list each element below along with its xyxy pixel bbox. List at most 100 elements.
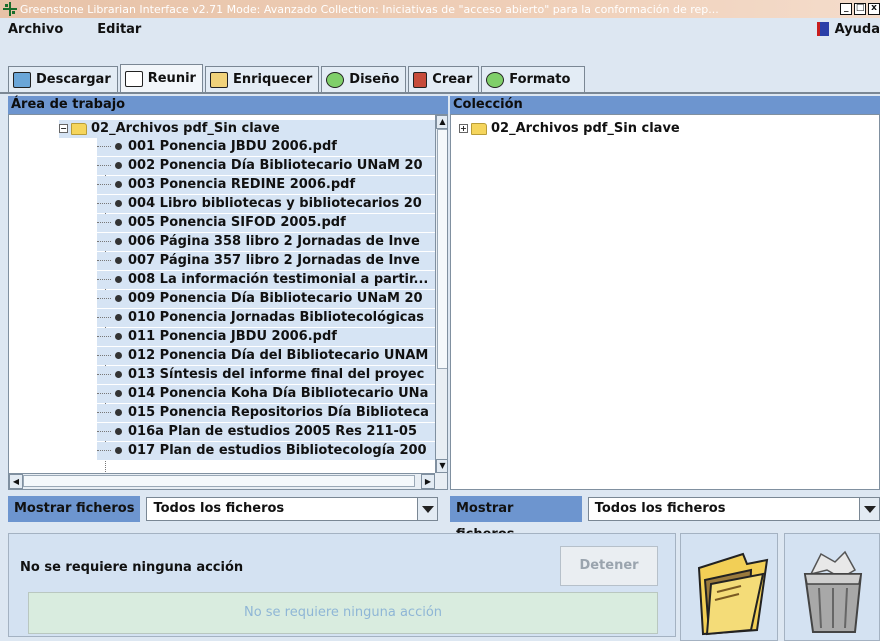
- create-icon: [413, 71, 428, 88]
- tab-download-label: Descargar: [36, 72, 111, 87]
- workspace-file-row[interactable]: 011 Ponencia JBDU 2006.pdf: [97, 328, 435, 346]
- workspace-file-row[interactable]: 005 Ponencia SIFOD 2005.pdf: [97, 214, 435, 232]
- close-button[interactable]: x: [868, 3, 880, 15]
- workspace-tree[interactable]: − 02_Archivos pdf_Sin clave 001 Ponencia …: [8, 114, 448, 490]
- status-message: No se requiere ninguna acción: [20, 560, 244, 575]
- workspace-file-row[interactable]: 012 Ponencia Día del Bibliotecario UNAM: [97, 347, 435, 365]
- workspace-file-row[interactable]: 001 Ponencia JBDU 2006.pdf: [97, 138, 435, 156]
- window-title: Greenstone Librarian Interface v2.71 Mod…: [19, 2, 719, 16]
- collection-folder-node[interactable]: +02_Archivos pdf_Sin clave: [459, 120, 680, 138]
- workspace-file-row[interactable]: 015 Ponencia Repositorios Día Biblioteca: [97, 404, 435, 422]
- workspace-file-label: 007 Página 357 libro 2 Jornadas de Inve: [128, 253, 420, 268]
- collapse-icon[interactable]: −: [59, 124, 68, 133]
- folder-icon: [71, 122, 87, 135]
- tab-download[interactable]: Descargar: [8, 66, 118, 92]
- workspace-horizontal-scrollbar[interactable]: ◀ ▶: [9, 473, 435, 489]
- scroll-up-icon[interactable]: ▲: [436, 115, 447, 129]
- tab-strip: Descargar Reunir Enriquecer Diseño Crear…: [0, 64, 880, 92]
- workspace-file-label: 017 Plan de estudios Bibliotecología 200: [128, 443, 427, 458]
- file-bullet-icon: [115, 371, 122, 378]
- scroll-left-icon[interactable]: ◀: [9, 474, 23, 489]
- scroll-corner: [435, 473, 447, 489]
- workspace-file-label: 011 Ponencia JBDU 2006.pdf: [128, 329, 337, 344]
- workspace-file-row[interactable]: 006 Página 358 libro 2 Jornadas de Inve: [97, 233, 435, 251]
- open-folder-icon: [697, 552, 769, 636]
- workspace-file-row[interactable]: 003 Ponencia REDINE 2006.pdf: [97, 176, 435, 194]
- tab-design[interactable]: Diseño: [321, 66, 407, 92]
- collection-filter-value: Todos los ficheros: [594, 501, 726, 516]
- workspace-folder-node[interactable]: − 02_Archivos pdf_Sin clave: [59, 120, 435, 138]
- chevron-down-icon[interactable]: [417, 498, 438, 520]
- menu-bar: Archivo Editar Ayuda: [0, 18, 880, 40]
- tab-format[interactable]: Formato: [481, 66, 586, 92]
- file-bullet-icon: [115, 428, 122, 435]
- workspace-file-label: 003 Ponencia REDINE 2006.pdf: [128, 177, 356, 192]
- tab-create-label: Crear: [432, 72, 473, 87]
- stop-button[interactable]: Detener: [560, 546, 658, 586]
- workspace-file-row[interactable]: 016a Plan de estudios 2005 Res 211-05: [97, 423, 435, 441]
- chevron-down-icon[interactable]: [859, 498, 879, 520]
- tab-enrich[interactable]: Enriquecer: [204, 66, 320, 92]
- workspace-file-row[interactable]: 014 Ponencia Koha Día Bibliotecario UNa: [97, 385, 435, 403]
- trash-panel[interactable]: [784, 533, 880, 641]
- workspace-file-row[interactable]: 002 Ponencia Día Bibliotecario UNaM 20: [97, 157, 435, 175]
- tab-gather-label: Reunir: [147, 71, 196, 86]
- enrich-icon: [209, 71, 228, 88]
- expand-icon[interactable]: +: [459, 124, 468, 133]
- new-folder-panel[interactable]: [680, 533, 778, 641]
- workspace-file-label: 013 Síntesis del informe final del proye…: [128, 367, 425, 382]
- collection-header: Colección: [450, 96, 880, 114]
- menu-help[interactable]: Ayuda: [816, 18, 880, 40]
- workspace-filter-label: Mostrar ficheros: [8, 496, 141, 522]
- workspace-file-label: 008 La información testimonial a partir.…: [128, 272, 429, 287]
- design-gear-icon: [326, 71, 345, 88]
- file-bullet-icon: [115, 314, 122, 321]
- workspace-file-label: 004 Libro bibliotecas y bibliotecarios 2…: [128, 196, 422, 211]
- collection-filter: Mostrar ficheros Todos los ficheros: [450, 496, 880, 542]
- tab-create[interactable]: Crear: [408, 66, 480, 92]
- collection-folder-label: 02_Archivos pdf_Sin clave: [491, 121, 680, 136]
- progress-bar: No se requiere ninguna acción: [28, 592, 658, 634]
- workspace-file-label: 014 Ponencia Koha Día Bibliotecario UNa: [128, 386, 429, 401]
- collection-tree[interactable]: +02_Archivos pdf_Sin clave: [450, 114, 880, 490]
- help-book-icon: [816, 22, 829, 36]
- workspace-filter: Mostrar ficheros Todos los ficheros: [8, 496, 439, 522]
- file-bullet-icon: [115, 333, 122, 340]
- workspace-folder-label: 02_Archivos pdf_Sin clave: [91, 121, 280, 136]
- title-bar[interactable]: Greenstone Librarian Interface v2.71 Mod…: [0, 0, 880, 18]
- file-bullet-icon: [115, 257, 122, 264]
- workspace-file-row[interactable]: 004 Libro bibliotecas y bibliotecarios 2…: [97, 195, 435, 213]
- menu-file[interactable]: Archivo: [0, 22, 75, 37]
- minimize-button[interactable]: _: [840, 3, 853, 15]
- workspace-scroll-thumb[interactable]: [437, 129, 447, 369]
- workspace-file-label: 006 Página 358 libro 2 Jornadas de Inve: [128, 234, 420, 249]
- workspace-file-row[interactable]: 017 Plan de estudios Bibliotecología 200: [97, 442, 435, 460]
- workspace-file-label: 010 Ponencia Jornadas Bibliotecológicas: [128, 310, 425, 325]
- workspace-filter-select[interactable]: Todos los ficheros: [146, 497, 439, 521]
- workspace-file-label: 009 Ponencia Día Bibliotecario UNaM 20: [128, 291, 423, 306]
- scroll-down-icon[interactable]: ▼: [436, 459, 447, 473]
- workspace-file-row[interactable]: 010 Ponencia Jornadas Bibliotecológicas: [97, 309, 435, 327]
- file-bullet-icon: [115, 409, 122, 416]
- scroll-right-icon[interactable]: ▶: [421, 474, 435, 489]
- workspace-file-row[interactable]: 013 Síntesis del informe final del proye…: [97, 366, 435, 384]
- collection-filter-select[interactable]: Todos los ficheros: [587, 497, 880, 521]
- gather-icon: [124, 70, 143, 87]
- tab-design-label: Diseño: [349, 72, 400, 87]
- workspace-file-row[interactable]: 009 Ponencia Día Bibliotecario UNaM 20: [97, 290, 435, 308]
- workspace-file-row[interactable]: 007 Página 357 libro 2 Jornadas de Inve: [97, 252, 435, 270]
- tab-gather[interactable]: Reunir: [119, 64, 203, 92]
- workspace-hscroll-thumb[interactable]: [23, 475, 415, 487]
- tab-divider: [0, 92, 880, 94]
- file-bullet-icon: [115, 162, 122, 169]
- maximize-button[interactable]: □: [854, 3, 867, 15]
- menu-edit[interactable]: Editar: [75, 22, 153, 37]
- file-bullet-icon: [115, 276, 122, 283]
- file-bullet-icon: [115, 143, 122, 150]
- file-bullet-icon: [115, 181, 122, 188]
- workspace-vertical-scrollbar[interactable]: ▲ ▼: [435, 115, 447, 473]
- workspace-file-row[interactable]: 008 La información testimonial a partir.…: [97, 271, 435, 289]
- workspace-file-label: 015 Ponencia Repositorios Día Biblioteca: [128, 405, 429, 420]
- file-bullet-icon: [115, 219, 122, 226]
- trash-bin-icon: [803, 550, 863, 633]
